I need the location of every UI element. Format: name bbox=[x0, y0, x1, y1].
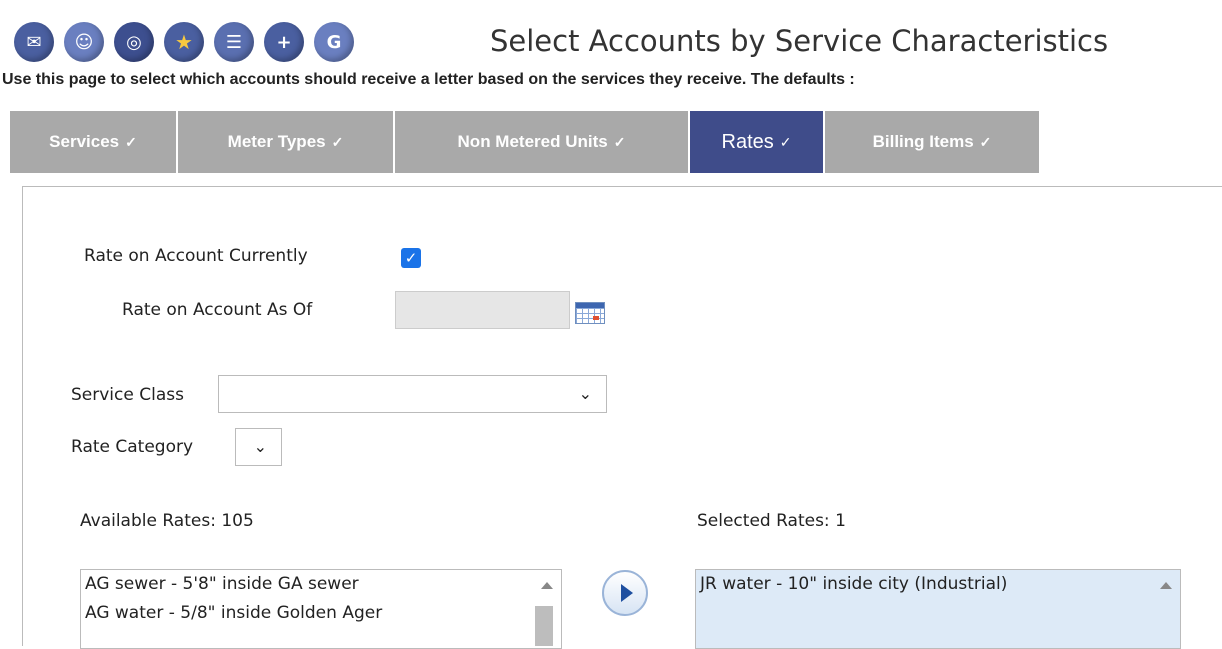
rate-category-label: Rate Category bbox=[71, 437, 194, 457]
list-item[interactable]: JR water - 10" inside city (Industrial) bbox=[696, 570, 1180, 599]
scroll-up-icon[interactable] bbox=[541, 582, 553, 589]
accounts-icon[interactable]: ☰ bbox=[214, 22, 254, 62]
disk-icon[interactable]: ◎ bbox=[114, 22, 154, 62]
go-icon[interactable]: G bbox=[314, 22, 354, 62]
list-item[interactable]: AG water - 5/8" inside Golden Ager bbox=[81, 599, 561, 628]
check-icon: ✓ bbox=[125, 133, 137, 150]
available-rates-label: Available Rates: 105 bbox=[80, 511, 254, 531]
scroll-up-icon[interactable] bbox=[1160, 582, 1172, 589]
chevron-down-icon: ⌄ bbox=[253, 437, 267, 456]
rate-asof-input[interactable] bbox=[395, 291, 570, 329]
tab-billing-items[interactable]: Billing Items ✓ bbox=[825, 111, 1039, 173]
tab-label: Billing Items bbox=[872, 132, 974, 151]
tab-meter-types[interactable]: Meter Types ✓ bbox=[178, 111, 393, 173]
list-item[interactable]: AG sewer - 5'8" inside GA sewer bbox=[81, 570, 561, 599]
star-icon[interactable]: ★ bbox=[164, 22, 204, 62]
selected-rates-list[interactable]: JR water - 10" inside city (Industrial) bbox=[695, 569, 1181, 649]
tab-label: Rates bbox=[721, 130, 774, 153]
scrollbar-thumb[interactable] bbox=[535, 606, 553, 646]
page-title: Select Accounts by Service Characteristi… bbox=[490, 24, 1109, 58]
rate-current-checkbox[interactable]: ✓ bbox=[401, 248, 421, 268]
rate-current-label: Rate on Account Currently bbox=[84, 246, 308, 266]
page-header: ✉ ☺ ◎ ★ ☰ + G Select Accounts by Service… bbox=[0, 0, 1222, 100]
rate-asof-label: Rate on Account As Of bbox=[122, 300, 313, 320]
service-class-label: Service Class bbox=[71, 385, 184, 405]
mail-merge-icon[interactable]: ✉ bbox=[14, 22, 54, 62]
tab-bar: Services ✓ Meter Types ✓ Non Metered Uni… bbox=[10, 111, 1041, 173]
toolbar: ✉ ☺ ◎ ★ ☰ + G bbox=[14, 22, 354, 62]
tab-label: Meter Types bbox=[227, 132, 326, 151]
add-icon[interactable]: + bbox=[264, 22, 304, 62]
rate-category-select[interactable]: ⌄ bbox=[235, 428, 282, 466]
selected-rates-label: Selected Rates: 1 bbox=[697, 511, 846, 531]
available-rates-list[interactable]: AG sewer - 5'8" inside GA sewer AG water… bbox=[80, 569, 562, 649]
tab-label: Non Metered Units bbox=[457, 132, 608, 151]
tab-services[interactable]: Services ✓ bbox=[10, 111, 176, 173]
page-description: Use this page to select which accounts s… bbox=[2, 71, 855, 88]
check-icon: ✓ bbox=[331, 133, 344, 150]
tab-label: Services bbox=[49, 132, 120, 151]
calendar-icon[interactable] bbox=[575, 302, 605, 324]
move-right-button[interactable] bbox=[602, 570, 648, 616]
check-icon: ✓ bbox=[979, 133, 992, 150]
tab-rates[interactable]: Rates ✓ bbox=[690, 111, 823, 173]
people-icon[interactable]: ☺ bbox=[64, 22, 104, 62]
service-class-select[interactable]: ⌄ bbox=[218, 375, 607, 413]
play-icon bbox=[621, 584, 633, 602]
chevron-down-icon: ⌄ bbox=[578, 384, 592, 403]
tab-non-metered-units[interactable]: Non Metered Units ✓ bbox=[395, 111, 688, 173]
check-icon: ✓ bbox=[613, 133, 626, 150]
check-icon: ✓ bbox=[779, 133, 792, 150]
